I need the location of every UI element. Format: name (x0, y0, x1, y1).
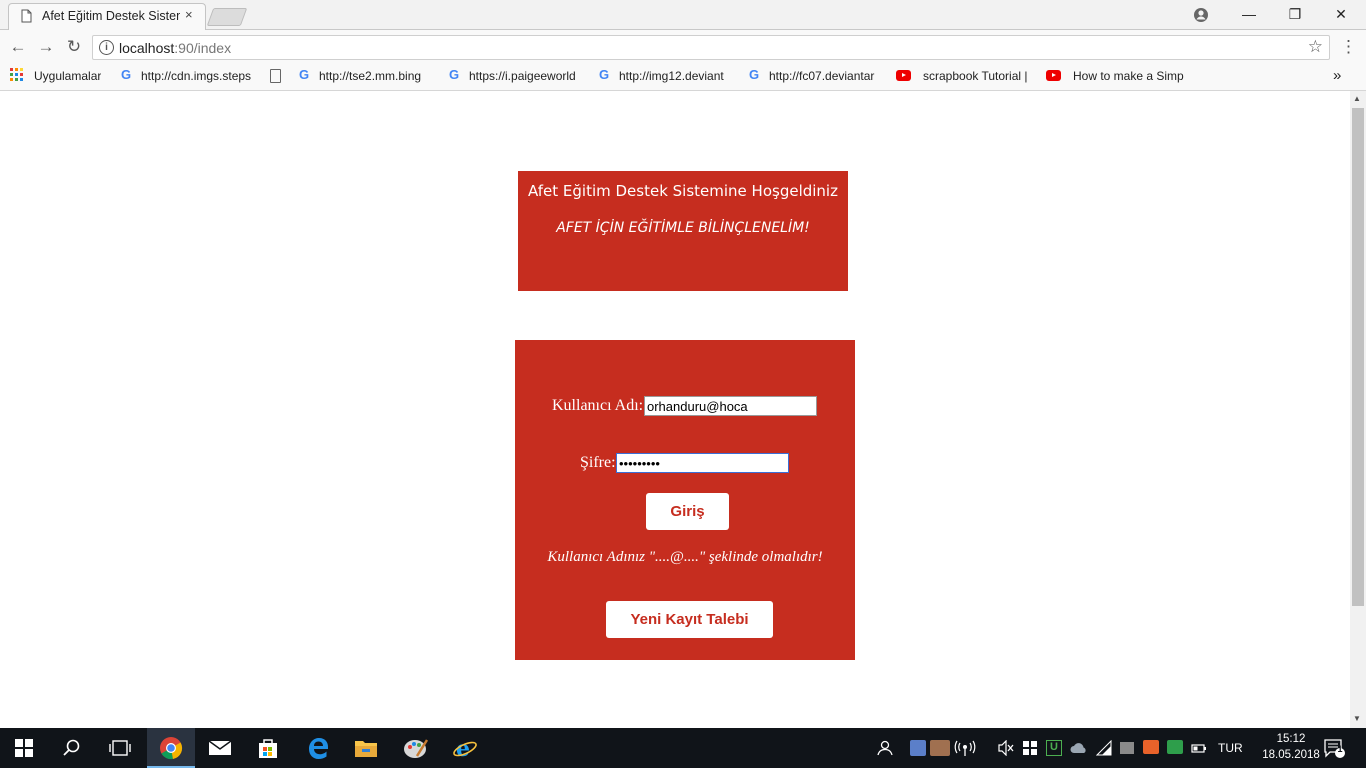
taskbar-clock[interactable]: 15:12 18.05.2018 (1256, 731, 1326, 763)
chrome-taskbar-icon[interactable] (147, 728, 195, 768)
bookmark-label: https://i.paigeeworld (469, 69, 576, 83)
bookmark-item[interactable]: Ghttp://fc07.deviantar (747, 68, 883, 84)
bookmark-item[interactable]: Ghttps://i.paigeeworld (447, 68, 583, 84)
address-url[interactable]: localhost:90/index (119, 40, 231, 56)
input-language[interactable]: TUR (1218, 740, 1243, 756)
profile-icon[interactable] (1188, 5, 1214, 25)
bookmark-label: http://cdn.imgs.steps (141, 69, 252, 83)
google-icon: G (748, 67, 760, 82)
bookmark-item[interactable]: How to make a Simp (1046, 68, 1185, 84)
address-bar[interactable]: i localhost:90/index ☆ (92, 35, 1330, 60)
new-tab-button[interactable] (206, 8, 248, 26)
notification-count: 1 (1337, 744, 1343, 754)
address-host: localhost (119, 40, 175, 56)
volume-muted-icon[interactable] (998, 739, 1014, 757)
scrollbar-thumb[interactable] (1352, 108, 1364, 606)
bookmark-item[interactable]: Ghttp://cdn.imgs.steps (119, 68, 259, 84)
internet-explorer-icon[interactable]: e (441, 728, 489, 768)
task-view-icon[interactable] (96, 728, 144, 768)
clock-time: 15:12 (1276, 733, 1306, 745)
paint-app-icon[interactable] (392, 728, 440, 768)
windows-defender-icon[interactable] (1022, 740, 1038, 756)
scroll-up-arrow-icon[interactable]: ▲ (1353, 94, 1361, 103)
bookmark-star-icon[interactable]: ☆ (1308, 37, 1323, 57)
back-button[interactable]: ← (7, 37, 29, 57)
browser-tab[interactable]: Afet Eğitim Destek Sistemi × (8, 3, 206, 30)
login-panel: Kullanıcı Adı: Şifre: Giriş Kullanıcı Ad… (515, 340, 855, 660)
username-input[interactable] (644, 396, 817, 416)
google-icon: G (598, 67, 610, 82)
password-input[interactable] (616, 453, 789, 473)
bookmark-label: How to make a Simp (1073, 69, 1184, 83)
address-path: :90/index (174, 40, 232, 56)
tray-app-icon[interactable]: U (1046, 740, 1062, 756)
browser-menu-button[interactable]: ⋮ (1340, 36, 1357, 58)
forward-button[interactable]: → (35, 37, 57, 57)
store-icon[interactable] (244, 728, 292, 768)
username-label: Kullanıcı Adı: (552, 397, 644, 414)
battery-icon[interactable] (1191, 740, 1207, 756)
bookmark-label: scrapbook Tutorial | (923, 69, 1028, 83)
restore-button[interactable]: ❐ (1272, 0, 1318, 29)
tab-title: Afet Eğitim Destek Sistemi (42, 9, 180, 23)
bookmark-label: http://tse2.mm.bing (319, 69, 422, 83)
login-button[interactable]: Giriş (646, 493, 729, 530)
wifi-icon[interactable] (1095, 739, 1112, 756)
tab-close-icon[interactable]: × (185, 7, 193, 22)
start-windows-icon[interactable] (0, 728, 48, 768)
tray-app-icon[interactable] (930, 740, 950, 756)
password-label: Şifre: (580, 454, 616, 471)
youtube-icon (1046, 70, 1061, 81)
onedrive-icon[interactable] (1070, 740, 1088, 756)
scroll-down-arrow-icon[interactable]: ▼ (1353, 714, 1361, 723)
bookmark-item[interactable] (270, 68, 281, 84)
tray-app-icon[interactable] (910, 740, 926, 756)
network-drive-icon[interactable] (1120, 742, 1134, 754)
username-format-hint: Kullanıcı Adınız "....@...." şeklinde ol… (547, 549, 823, 565)
action-center-icon[interactable]: 1 (1324, 739, 1346, 758)
bookmarks-overflow-button[interactable]: » (1333, 68, 1341, 84)
wireless-broadcast-icon[interactable] (954, 740, 976, 756)
document-icon (270, 69, 281, 83)
bookmark-label: http://fc07.deviantar (769, 69, 875, 83)
welcome-slogan: AFET İÇİN EĞİTİMLE BİLİNÇLENELİM! (556, 220, 810, 236)
clock-date: 18.05.2018 (1262, 749, 1320, 761)
reload-button[interactable]: ↻ (63, 37, 85, 57)
bookmark-item[interactable]: Ghttp://tse2.mm.bing (297, 68, 433, 84)
google-icon: G (120, 67, 132, 82)
google-icon: G (298, 67, 310, 82)
bookmark-item[interactable]: Ghttp://img12.deviant (597, 68, 733, 84)
people-icon[interactable] (876, 740, 894, 756)
google-icon: G (448, 67, 460, 82)
bookmark-label: http://img12.deviant (619, 69, 724, 83)
mail-icon[interactable] (196, 728, 244, 768)
apps-grid-icon (10, 68, 24, 82)
file-explorer-icon[interactable] (342, 728, 390, 768)
tray-app-icon[interactable] (1143, 740, 1159, 754)
welcome-title: Afet Eğitim Destek Sistemine Hoşgeldiniz (528, 182, 838, 200)
welcome-panel: Afet Eğitim Destek Sistemine Hoşgeldiniz… (518, 171, 848, 291)
search-icon[interactable] (48, 728, 96, 768)
edge-icon[interactable] (294, 728, 342, 768)
page-icon (21, 9, 32, 28)
tray-app-icon[interactable] (1167, 740, 1183, 754)
register-request-button[interactable]: Yeni Kayıt Talebi (606, 601, 773, 638)
close-window-button[interactable]: ✕ (1318, 0, 1364, 29)
bookmark-apps[interactable]: Uygulamalar (10, 68, 101, 84)
bookmark-item[interactable]: scrapbook Tutorial | (896, 68, 1035, 84)
youtube-icon (896, 70, 911, 81)
site-info-icon[interactable]: i (99, 40, 114, 55)
bookmark-label: Uygulamalar (34, 69, 102, 83)
minimize-button[interactable]: — (1226, 0, 1272, 29)
